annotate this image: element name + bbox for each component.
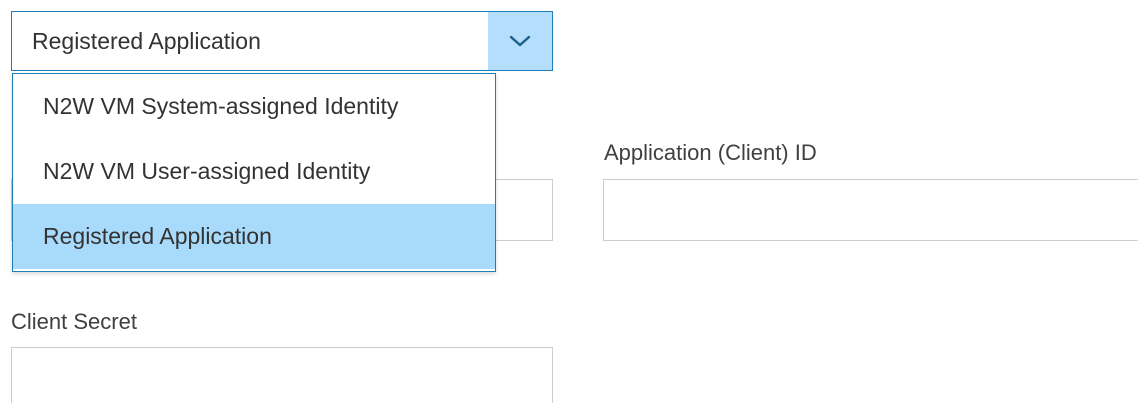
client-secret-input[interactable] — [11, 347, 553, 403]
client-id-label: Application (Client) ID — [604, 140, 817, 165]
credentials-form: Registered Application Application (Clie… — [0, 0, 1138, 403]
client-id-input[interactable] — [603, 179, 1138, 241]
option-user-assigned-identity[interactable]: N2W VM User-assigned Identity — [13, 139, 495, 204]
select-toggle-button[interactable] — [488, 12, 552, 70]
credential-type-select[interactable]: Registered Application — [11, 11, 553, 71]
option-system-assigned-identity[interactable]: N2W VM System-assigned Identity — [13, 74, 495, 139]
select-value: Registered Application — [32, 27, 261, 54]
chevron-down-icon — [509, 35, 531, 47]
client-secret-label: Client Secret — [11, 309, 137, 334]
credential-type-dropdown: N2W VM System-assigned Identity N2W VM U… — [12, 73, 496, 272]
option-registered-application[interactable]: Registered Application — [13, 204, 495, 269]
